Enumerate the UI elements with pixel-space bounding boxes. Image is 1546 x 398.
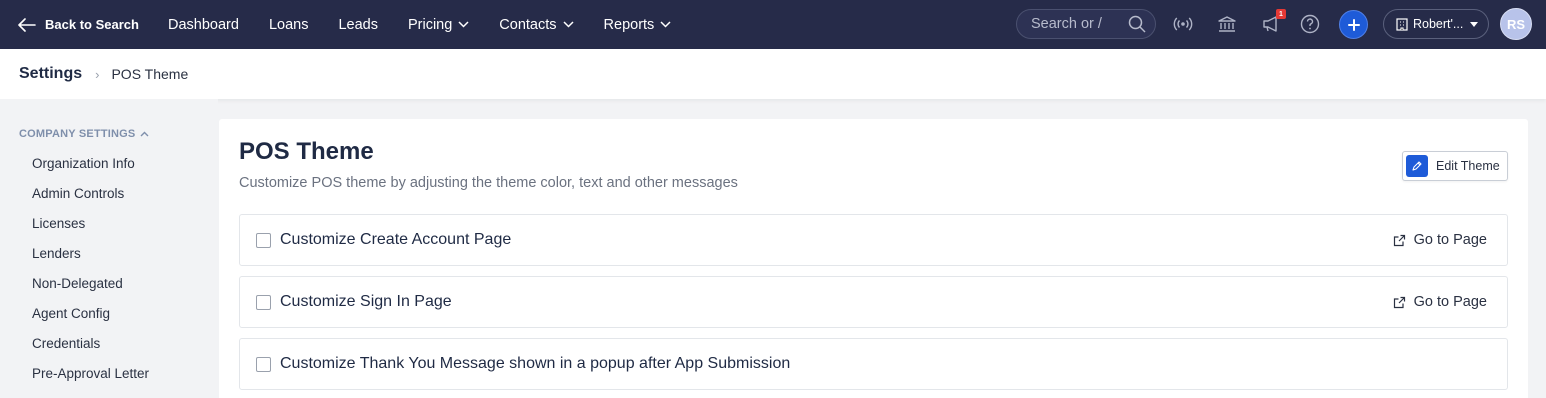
settings-sidebar: COMPANY SETTINGS Organization Info Admin…: [0, 99, 218, 398]
row-label: Customize Thank You Message shown in a p…: [280, 355, 791, 372]
chevron-down-icon: [563, 21, 574, 28]
sidebar-item-lenders[interactable]: Lenders: [32, 244, 149, 274]
back-to-search-link[interactable]: Back to Search: [18, 0, 139, 49]
nav-contacts[interactable]: Contacts: [499, 16, 574, 33]
organization-selector[interactable]: Robert'...: [1383, 9, 1489, 39]
external-link-icon: [1393, 296, 1405, 308]
chevron-up-icon: [140, 131, 149, 137]
sidebar-item-credentials[interactable]: Credentials: [32, 334, 149, 364]
edit-theme-button[interactable]: Edit Theme: [1402, 151, 1508, 181]
nav-dashboard[interactable]: Dashboard: [168, 17, 239, 33]
nav-pricing-label: Pricing: [407, 16, 453, 33]
sidebar-item-pre-approval-letter[interactable]: Pre-Approval Letter: [32, 364, 149, 394]
external-link-icon: [1393, 234, 1405, 246]
breadcrumb: Settings › POS Theme: [0, 49, 1546, 99]
page-subtitle: Customize POS theme by adjusting the the…: [239, 175, 738, 191]
notification-badge: 1: [1276, 9, 1286, 19]
create-new-button[interactable]: [1339, 10, 1368, 39]
sidebar-item-agent-config[interactable]: Agent Config: [32, 304, 149, 334]
pen-icon: [1406, 155, 1428, 177]
row-checkbox[interactable]: [256, 357, 271, 372]
row-checkbox[interactable]: [256, 295, 271, 310]
nav-pricing[interactable]: Pricing: [408, 17, 469, 33]
nav-loans[interactable]: Loans: [269, 17, 309, 33]
go-to-page-link[interactable]: Go to Page: [1393, 294, 1487, 310]
sidebar-items: Organization Info Admin Controls License…: [32, 154, 149, 394]
user-avatar[interactable]: RS: [1500, 8, 1532, 40]
nav-dashboard-label: Dashboard: [168, 16, 239, 33]
organization-selector-label: Robert'...: [1413, 17, 1464, 31]
chevron-down-icon: [660, 21, 671, 28]
customization-row: Customize Create Account Page Go to Page: [239, 214, 1508, 266]
building-icon: [1396, 17, 1408, 31]
bank-icon[interactable]: [1216, 13, 1238, 35]
customization-row: Customize Thank You Message shown in a p…: [239, 338, 1508, 390]
sidebar-item-licenses[interactable]: Licenses: [32, 214, 149, 244]
caret-down-icon: [1470, 22, 1478, 27]
plus-icon: [1347, 18, 1360, 31]
row-label: Customize Sign In Page: [280, 293, 452, 310]
help-icon[interactable]: [1299, 13, 1321, 35]
breadcrumb-current: POS Theme: [111, 66, 189, 82]
nav-contacts-label: Contacts: [499, 16, 557, 33]
customization-row: Customize Sign In Page Go to Page: [239, 276, 1508, 328]
breadcrumb-separator-icon: ›: [95, 66, 100, 82]
chevron-down-icon: [458, 21, 469, 28]
nav-reports[interactable]: Reports: [604, 17, 672, 33]
page-title: POS Theme: [239, 138, 374, 165]
back-to-search-label: Back to Search: [45, 17, 139, 32]
go-to-page-label: Go to Page: [1413, 232, 1487, 248]
main-nav: Dashboard Loans Leads Pricing Contacts R…: [168, 0, 701, 49]
sidebar-item-admin-controls[interactable]: Admin Controls: [32, 184, 149, 214]
sidebar-item-non-delegated[interactable]: Non-Delegated: [32, 274, 149, 304]
nav-leads-label: Leads: [338, 16, 378, 33]
row-checkbox[interactable]: [256, 233, 271, 248]
search-icon: [1128, 15, 1146, 33]
broadcast-icon[interactable]: [1172, 13, 1194, 35]
pos-theme-card: POS Theme Customize POS theme by adjusti…: [219, 119, 1528, 398]
arrow-left-icon: [18, 17, 36, 32]
global-search[interactable]: [1016, 9, 1156, 39]
row-label: Customize Create Account Page: [280, 231, 512, 248]
go-to-page-link[interactable]: Go to Page: [1393, 232, 1487, 248]
top-navigation-bar: Back to Search Dashboard Loans Leads Pri…: [0, 0, 1546, 49]
edit-theme-label: Edit Theme: [1436, 159, 1500, 173]
nav-loans-label: Loans: [268, 16, 309, 33]
company-settings-heading: COMPANY SETTINGS: [19, 128, 136, 140]
sidebar-item-organization-info[interactable]: Organization Info: [32, 154, 149, 184]
go-to-page-label: Go to Page: [1413, 294, 1487, 310]
nav-reports-label: Reports: [603, 16, 655, 33]
company-settings-section-toggle[interactable]: COMPANY SETTINGS: [19, 128, 149, 140]
breadcrumb-settings-link[interactable]: Settings: [19, 65, 82, 83]
search-input[interactable]: [1031, 16, 1121, 32]
nav-leads[interactable]: Leads: [338, 17, 378, 33]
